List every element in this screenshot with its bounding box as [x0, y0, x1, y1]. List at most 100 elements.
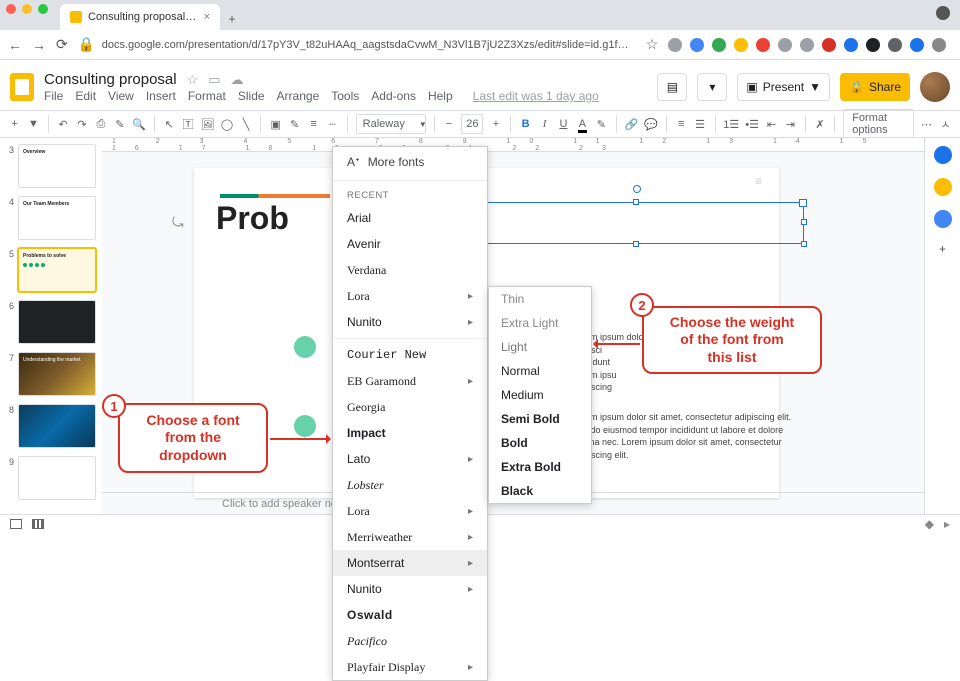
indent-more-icon[interactable]: ⇥: [784, 115, 797, 133]
maximize-window-icon[interactable]: [38, 4, 48, 14]
chevron-down-icon[interactable]: ▼: [27, 115, 40, 133]
weight-item[interactable]: Medium: [489, 383, 591, 407]
font-item[interactable]: Lora▸: [333, 498, 487, 524]
ext-icon[interactable]: [866, 38, 880, 52]
thumbnail-panel[interactable]: 3Overview 4Our Team Members 5Problems to…: [0, 138, 102, 514]
filmstrip-view-icon[interactable]: [10, 519, 22, 529]
rotate-handle-icon[interactable]: [633, 185, 641, 193]
add-addon-icon[interactable]: +: [939, 242, 946, 256]
ext-icon[interactable]: [734, 38, 748, 52]
explore-icon[interactable]: ◆: [925, 517, 934, 531]
font-item-highlighted[interactable]: Montserrat▸: [333, 550, 487, 576]
ext-icon[interactable]: [690, 38, 704, 52]
line-spacing-icon[interactable]: ☰: [694, 115, 707, 133]
italic-icon[interactable]: I: [538, 115, 551, 133]
menu-view[interactable]: View: [108, 89, 134, 103]
comment-icon[interactable]: 💬: [644, 115, 658, 133]
move-doc-icon[interactable]: ▭: [208, 72, 220, 88]
numbered-list-icon[interactable]: 1☰: [723, 115, 739, 133]
menu-format[interactable]: Format: [188, 89, 226, 103]
bold-icon[interactable]: B: [519, 115, 532, 133]
indent-less-icon[interactable]: ⇤: [765, 115, 778, 133]
present-button[interactable]: ▣ Present ▼: [737, 73, 830, 101]
font-item[interactable]: Courier New: [333, 342, 487, 368]
slide-thumbnail[interactable]: Understanding the market: [18, 352, 96, 396]
shape-icon[interactable]: ◯: [221, 115, 234, 133]
align-icon[interactable]: ≡: [675, 115, 688, 133]
ext-icon[interactable]: [888, 38, 902, 52]
chrome-avatar-icon[interactable]: [932, 38, 946, 52]
ext-icon[interactable]: [844, 38, 858, 52]
chrome-menu-icon[interactable]: ⋮: [954, 38, 960, 52]
font-item[interactable]: Lora▸: [333, 283, 487, 309]
share-button[interactable]: 🔒 Share: [840, 73, 910, 101]
slide-drag-handle-icon[interactable]: [755, 174, 773, 182]
font-item[interactable]: Oswald: [333, 602, 487, 628]
weight-item[interactable]: Thin: [489, 287, 591, 311]
menu-tools[interactable]: Tools: [331, 89, 359, 103]
nav-reload-icon[interactable]: ⟳: [56, 36, 68, 53]
slide-thumbnail[interactable]: Our Team Members: [18, 196, 96, 240]
image-icon[interactable]: 🖼: [201, 115, 215, 133]
meet-button[interactable]: ▾: [697, 73, 727, 101]
tasks-addon-icon[interactable]: [934, 210, 952, 228]
border-color-icon[interactable]: ✎: [288, 115, 301, 133]
text-color-icon[interactable]: A: [576, 115, 589, 133]
clear-format-icon[interactable]: ✗: [814, 115, 827, 133]
ext-icon[interactable]: [668, 38, 682, 52]
ext-icon[interactable]: [756, 38, 770, 52]
last-edit-text[interactable]: Last edit was 1 day ago: [473, 89, 599, 103]
redo-icon[interactable]: ↷: [76, 115, 89, 133]
menu-edit[interactable]: Edit: [75, 89, 96, 103]
ext-icon[interactable]: [822, 38, 836, 52]
menu-file[interactable]: File: [44, 89, 63, 103]
font-item[interactable]: Lobster: [333, 472, 487, 498]
menu-arrange[interactable]: Arrange: [277, 89, 320, 103]
font-size-input[interactable]: 26: [461, 114, 483, 134]
tab-close-icon[interactable]: ×: [204, 11, 210, 23]
rotate-handle-icon[interactable]: ⤿: [172, 214, 184, 231]
weight-item[interactable]: Extra Light: [489, 311, 591, 335]
selected-textbox[interactable]: [469, 202, 804, 244]
font-item[interactable]: Impact: [333, 420, 487, 446]
slides-logo-icon[interactable]: [10, 73, 34, 101]
menu-insert[interactable]: Insert: [146, 89, 176, 103]
title-text-partial[interactable]: Prob: [216, 200, 289, 237]
underline-icon[interactable]: U: [557, 115, 570, 133]
font-weight-submenu[interactable]: Thin Extra Light Light Normal Medium Sem…: [488, 286, 592, 504]
slide-thumbnail[interactable]: [18, 456, 96, 500]
nav-back-icon[interactable]: ←: [8, 37, 22, 53]
undo-icon[interactable]: ↶: [57, 115, 70, 133]
ext-icon[interactable]: [910, 38, 924, 52]
slide-thumbnail[interactable]: Overview: [18, 144, 96, 188]
ext-icon[interactable]: [800, 38, 814, 52]
weight-item[interactable]: Semi Bold: [489, 407, 591, 431]
textbox-icon[interactable]: 🅃: [182, 115, 195, 133]
font-item[interactable]: Nunito▸: [333, 309, 487, 335]
window-controls[interactable]: [6, 4, 48, 14]
font-family-dropdown[interactable]: Raleway ▼: [356, 114, 426, 134]
collapse-toolbar-icon[interactable]: ㅅ: [939, 115, 952, 133]
new-tab-button[interactable]: +: [220, 12, 244, 30]
font-item[interactable]: Lato▸: [333, 446, 487, 472]
url-text[interactable]: docs.google.com/presentation/d/17pY3V_t8…: [102, 39, 632, 51]
weight-item[interactable]: Normal: [489, 359, 591, 383]
border-weight-icon[interactable]: ≡: [307, 115, 320, 133]
font-item[interactable]: Verdana: [333, 257, 487, 283]
comments-button[interactable]: ▤: [657, 73, 687, 101]
calendar-addon-icon[interactable]: [934, 146, 952, 164]
grid-view-icon[interactable]: [32, 519, 44, 529]
star-doc-icon[interactable]: ☆: [187, 72, 199, 88]
menu-slide[interactable]: Slide: [238, 89, 265, 103]
more-fonts-item[interactable]: Aᐩ More fonts: [333, 147, 487, 177]
highlight-icon[interactable]: ✎: [595, 115, 608, 133]
print-icon[interactable]: ⎙: [94, 115, 107, 133]
zoom-icon[interactable]: 🔍: [132, 115, 146, 133]
border-dash-icon[interactable]: ┄: [326, 115, 339, 133]
keep-addon-icon[interactable]: [934, 178, 952, 196]
browser-tab-active[interactable]: Consulting proposal - Google S ×: [60, 4, 220, 30]
doc-title[interactable]: Consulting proposal: [44, 71, 177, 88]
account-avatar[interactable]: [920, 72, 950, 102]
font-item[interactable]: Playfair Display▸: [333, 654, 487, 680]
line-icon[interactable]: ╲: [240, 115, 253, 133]
